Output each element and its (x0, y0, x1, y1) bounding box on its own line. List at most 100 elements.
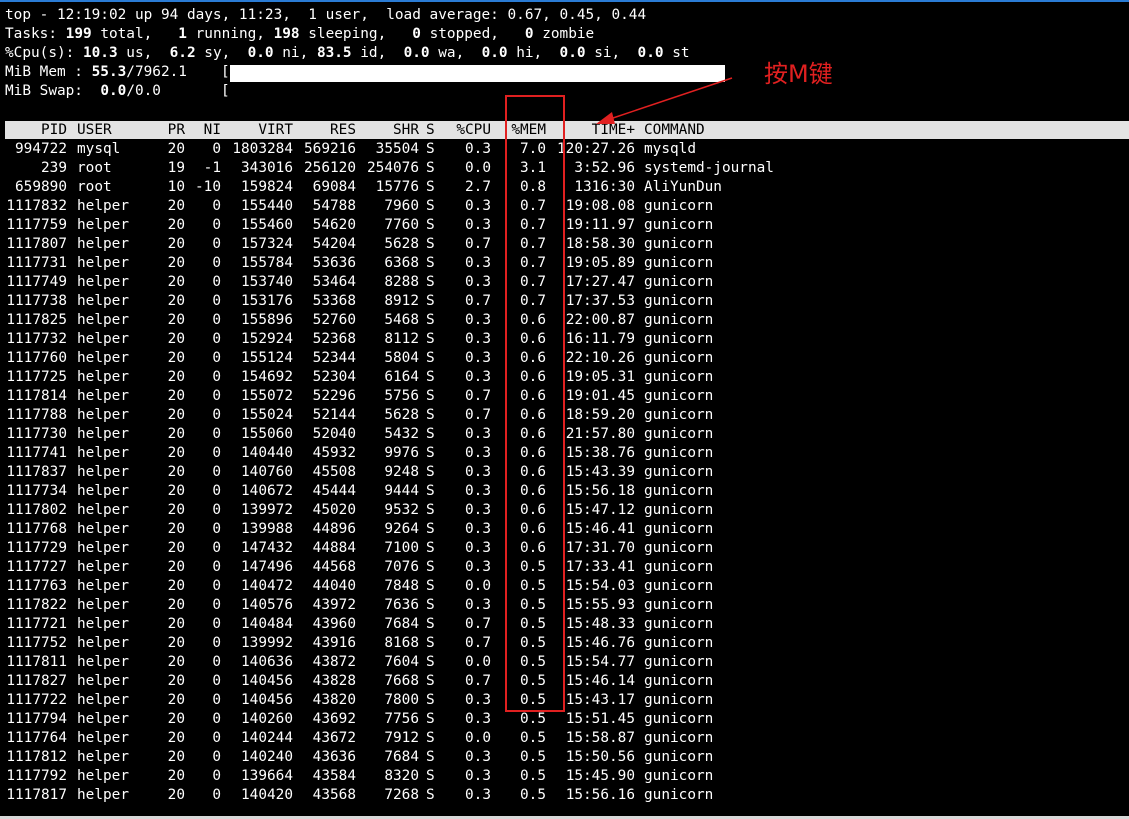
cell-cpu: 0.0 (465, 160, 491, 176)
cell-cpu: 0.3 (465, 768, 491, 784)
tasks-stopped: 0 (412, 26, 421, 42)
cell-user: helper (77, 388, 129, 404)
cell-pid: 1117827 (6, 673, 67, 689)
process-row: 1117817 helper 20 0 140420 43568 7268 S 0.3 0.5 15… (5, 786, 1129, 805)
cell-pr: 20 (167, 388, 185, 404)
cell-res: 52304 (312, 369, 356, 385)
cell-cpu: 0.3 (465, 255, 491, 271)
cell-state: S (426, 464, 435, 480)
cell-cpu: 0.3 (465, 540, 491, 556)
cell-pid: 1117794 (6, 711, 67, 727)
cell-command: gunicorn (644, 464, 714, 480)
cell-virt: 154692 (241, 369, 293, 385)
cell-user: helper (77, 559, 129, 575)
process-row: 1117727 helper 20 0 147496 44568 7076 S 0.3 0.5 17… (5, 558, 1129, 577)
cell-shr: 9248 (384, 464, 419, 480)
swap-line: MiB Swap: 0.0/0.0 (5, 83, 161, 99)
cell-pr: 20 (167, 274, 185, 290)
cell-cpu: 0.3 (465, 217, 491, 233)
cell-res: 43828 (312, 673, 356, 689)
cell-virt: 152924 (241, 331, 293, 347)
cell-shr: 5756 (384, 388, 419, 404)
cell-pr: 20 (167, 673, 185, 689)
cell-ni: 0 (212, 787, 221, 803)
cell-cpu: 0.3 (465, 198, 491, 214)
cell-pid: 1117768 (6, 521, 67, 537)
cell-res: 69084 (312, 179, 356, 195)
cell-shr: 5432 (384, 426, 419, 442)
cell-state: S (426, 274, 435, 290)
cell-res: 45932 (312, 445, 356, 461)
tasks-total: 199 (65, 26, 92, 42)
cell-pid: 1117741 (6, 445, 67, 461)
cell-user: helper (77, 217, 129, 233)
cell-command: mysqld (644, 141, 696, 157)
tasks-sleeping: 198 (273, 26, 300, 42)
cell-shr: 7076 (384, 559, 419, 575)
cell-virt: 140672 (241, 483, 293, 499)
cell-cpu: 0.7 (465, 388, 491, 404)
cell-shr: 7268 (384, 787, 419, 803)
process-row: 1117788 helper 20 0 155024 52144 5628 S 0.7 0.6 18… (5, 406, 1129, 425)
cell-shr: 7684 (384, 616, 419, 632)
cell-shr: 7684 (384, 749, 419, 765)
cell-shr: 7604 (384, 654, 419, 670)
cell-command: gunicorn (644, 787, 714, 803)
process-row: 1117794 helper 20 0 140260 43692 7756 S 0.3 0.5 15… (5, 710, 1129, 729)
cell-ni: 0 (212, 559, 221, 575)
cell-ni: 0 (212, 616, 221, 632)
column-header-pid: PID (41, 122, 67, 138)
cell-cpu: 0.0 (465, 730, 491, 746)
cell-pid: 994722 (15, 141, 67, 157)
cell-pr: 20 (167, 255, 185, 271)
cell-state: S (426, 540, 435, 556)
cell-cpu: 0.3 (465, 597, 491, 613)
cell-command: gunicorn (644, 635, 714, 651)
cell-pid: 1117825 (6, 312, 67, 328)
cell-ni: 0 (212, 464, 221, 480)
process-row: 1117731 helper 20 0 155784 53636 6368 S 0.3 0.7 19… (5, 254, 1129, 273)
cell-shr: 8112 (384, 331, 419, 347)
cell-shr: 35504 (375, 141, 419, 157)
annotation-label: 按M键 (764, 60, 833, 88)
cell-state: S (426, 521, 435, 537)
cell-state: S (426, 160, 435, 176)
cell-shr: 7760 (384, 217, 419, 233)
cell-pr: 20 (167, 635, 185, 651)
cell-shr: 9532 (384, 502, 419, 518)
cell-command: gunicorn (644, 711, 714, 727)
cell-state: S (426, 616, 435, 632)
cell-virt: 155440 (241, 198, 293, 214)
process-row: 1117832 helper 20 0 155440 54788 7960 S 0.3 0.7 19… (5, 197, 1129, 216)
process-row: 1117741 helper 20 0 140440 45932 9976 S 0.3 0.6 15… (5, 444, 1129, 463)
cell-pid: 1117760 (6, 350, 67, 366)
cell-pid: 1117837 (6, 464, 67, 480)
cell-command: gunicorn (644, 559, 714, 575)
cell-pid: 1117812 (6, 749, 67, 765)
cell-ni: 0 (212, 483, 221, 499)
cell-cpu: 0.7 (465, 293, 491, 309)
cell-ni: 0 (212, 217, 221, 233)
cell-pr: 20 (167, 730, 185, 746)
cell-mem: 0.5 (520, 787, 546, 803)
cell-shr: 8288 (384, 274, 419, 290)
cell-command: gunicorn (644, 369, 714, 385)
cell-command: gunicorn (644, 673, 714, 689)
cell-ni: -1 (203, 160, 221, 176)
cell-pr: 20 (167, 445, 185, 461)
cell-virt: 155024 (241, 407, 293, 423)
cell-state: S (426, 388, 435, 404)
cell-virt: 139992 (241, 635, 293, 651)
cell-res: 52144 (312, 407, 356, 423)
cell-command: gunicorn (644, 730, 714, 746)
cell-state: S (426, 331, 435, 347)
cell-command: gunicorn (644, 198, 714, 214)
cell-cpu: 0.3 (465, 274, 491, 290)
cell-res: 43916 (312, 635, 356, 651)
cell-ni: 0 (212, 521, 221, 537)
cell-command: gunicorn (644, 654, 714, 670)
cell-user: helper (77, 635, 129, 651)
cell-shr: 7912 (384, 730, 419, 746)
cell-user: helper (77, 464, 129, 480)
cell-res: 43568 (312, 787, 356, 803)
